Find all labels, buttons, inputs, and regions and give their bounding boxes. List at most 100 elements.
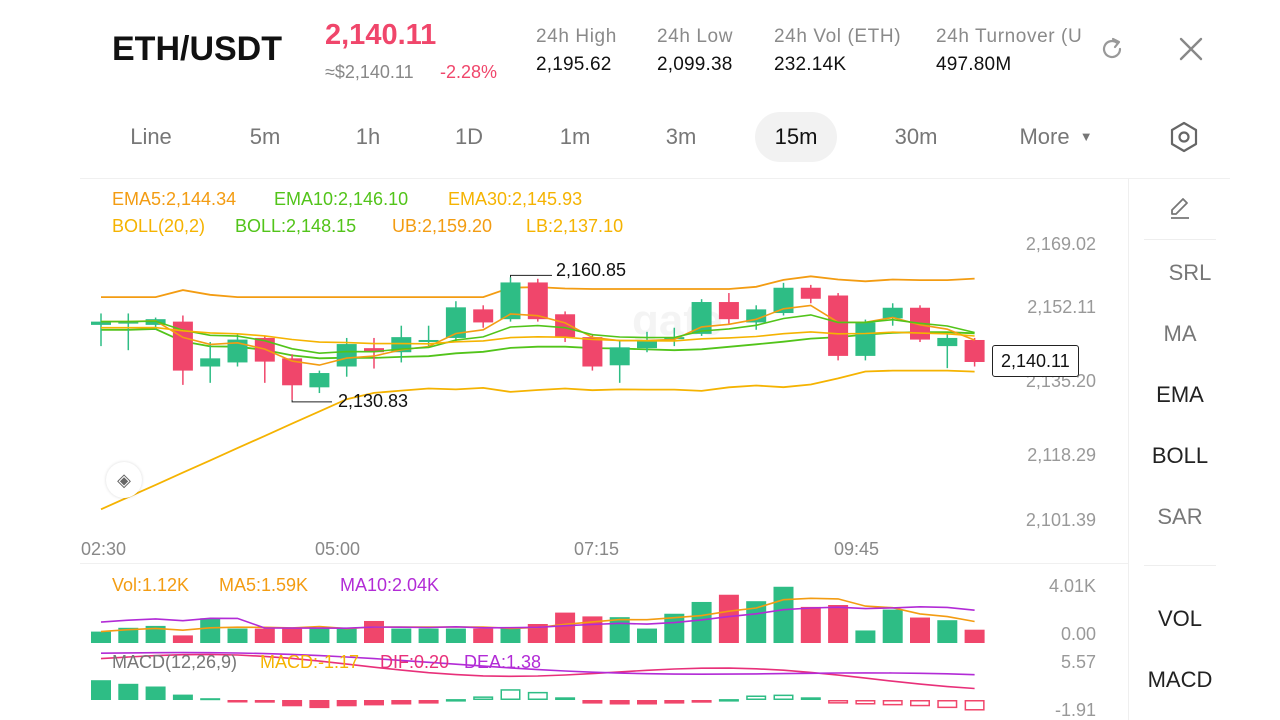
legend-macd: MACD:-1.17 bbox=[260, 652, 360, 672]
macd-hist-bar bbox=[336, 700, 357, 707]
macd-hist-bar bbox=[418, 700, 439, 704]
macd-hist-bar bbox=[828, 700, 849, 704]
candle-body bbox=[964, 339, 985, 362]
sidebar-ema[interactable]: EMA bbox=[1130, 382, 1230, 408]
candlestick-chart[interactable]: gate bbox=[0, 0, 1128, 720]
settings-icon[interactable] bbox=[1168, 120, 1200, 154]
macd-hist-bar bbox=[91, 680, 111, 700]
volume-bar bbox=[254, 628, 275, 643]
volume-bar bbox=[800, 606, 821, 643]
volume-bar bbox=[882, 609, 903, 643]
volume-bar bbox=[336, 628, 357, 643]
time-tick-0: 02:30 bbox=[81, 539, 127, 559]
macd-hist-bar bbox=[309, 700, 330, 709]
volume-bar bbox=[282, 628, 303, 643]
candle-body bbox=[527, 282, 548, 320]
macd-tick-0: 5.57 bbox=[1060, 652, 1096, 672]
candle-body bbox=[582, 337, 603, 367]
candle-body bbox=[718, 302, 739, 320]
macd-hist-bar bbox=[364, 700, 384, 706]
macd-hist-bar bbox=[145, 686, 166, 700]
volume-bar bbox=[582, 616, 603, 643]
volume-bar bbox=[200, 618, 221, 643]
volume-bar bbox=[828, 605, 849, 643]
sidebar-macd[interactable]: MACD bbox=[1130, 667, 1230, 693]
macd-hist-bar bbox=[609, 700, 630, 705]
macd-hist-bar bbox=[254, 700, 275, 703]
sidebar-sep-2 bbox=[1144, 565, 1216, 566]
volume-bar bbox=[309, 628, 330, 643]
volume-bar bbox=[937, 620, 958, 643]
volume-bar bbox=[773, 586, 794, 643]
macd-hist-bar bbox=[445, 699, 466, 702]
volume-bar bbox=[855, 630, 876, 643]
draw-tool-icon[interactable] bbox=[1166, 194, 1194, 222]
macd-hist-bar bbox=[773, 694, 794, 700]
macd-hist-bar bbox=[664, 700, 685, 704]
sidebar-sar[interactable]: SAR bbox=[1130, 504, 1230, 530]
volume-bar bbox=[964, 629, 985, 643]
volume-bar bbox=[500, 627, 521, 643]
sidebar-vol[interactable]: VOL bbox=[1130, 606, 1230, 632]
volume-bar bbox=[718, 594, 739, 643]
vol-tick-1: 0.00 bbox=[1060, 624, 1096, 644]
volume-bar bbox=[172, 635, 193, 643]
volume-bar bbox=[637, 628, 657, 643]
candle-body bbox=[555, 314, 576, 338]
macd-hist-bar bbox=[527, 691, 548, 701]
candle-body bbox=[473, 309, 494, 323]
macd-hist-bar bbox=[200, 698, 221, 701]
vol-divider bbox=[80, 563, 1128, 564]
volume-bar bbox=[91, 631, 111, 643]
candle-body bbox=[800, 287, 821, 299]
macd-tick-1: -1.91 bbox=[1054, 700, 1096, 720]
sidebar-boll[interactable]: BOLL bbox=[1130, 443, 1230, 469]
candle-body bbox=[828, 295, 849, 356]
candle-body bbox=[937, 337, 958, 347]
macd-hist-bar bbox=[746, 695, 767, 700]
macd-hist-bar bbox=[800, 697, 821, 700]
macd-hist-bar bbox=[882, 700, 903, 706]
last-price-tag: 2,140.11 bbox=[992, 345, 1079, 377]
sidebar-ma[interactable]: MA bbox=[1130, 321, 1230, 347]
macd-hist-bar bbox=[172, 694, 193, 700]
drag-handle-icon[interactable]: ◈ bbox=[106, 462, 142, 498]
legend-vol-ma5: MA5:1.59K bbox=[219, 575, 309, 595]
legend-vol: Vol:1.12K bbox=[112, 575, 190, 595]
volume-bar bbox=[227, 628, 248, 643]
macd-hist-bar bbox=[582, 700, 603, 704]
macd-hist-bar bbox=[555, 697, 576, 700]
high-marker-line bbox=[510, 274, 552, 278]
macd-hist-bar bbox=[500, 689, 521, 701]
macd-hist-bar bbox=[718, 699, 739, 702]
macd-hist-bar bbox=[118, 683, 139, 700]
volume-bar bbox=[609, 617, 630, 643]
candle-body bbox=[172, 321, 193, 371]
low-marker-line bbox=[291, 399, 332, 403]
low-marker-label: 2,130.83 bbox=[338, 391, 409, 411]
candle-body bbox=[691, 302, 712, 334]
macd-hist-bar bbox=[637, 700, 657, 705]
legend-macd-params: MACD(12,26,9) bbox=[112, 652, 238, 672]
volume-bar bbox=[418, 628, 439, 643]
time-tick-2: 07:15 bbox=[574, 539, 620, 559]
candle-body bbox=[609, 347, 630, 366]
macd-hist-bar bbox=[964, 700, 985, 711]
time-tick-1: 05:00 bbox=[315, 539, 361, 559]
sidebar-srl[interactable]: SRL bbox=[1140, 260, 1240, 286]
volume-bar bbox=[555, 612, 576, 643]
vol-tick-0: 4.01K bbox=[1048, 576, 1096, 596]
candle-body bbox=[309, 373, 330, 388]
macd-hist-bar bbox=[473, 696, 494, 701]
legend-macd-dif: DIF:0.20 bbox=[380, 652, 450, 672]
macd-hist-bar bbox=[937, 700, 958, 709]
legend-vol-ma10: MA10:2.04K bbox=[340, 575, 440, 595]
candle-body bbox=[855, 322, 876, 356]
volume-bar bbox=[473, 628, 494, 643]
candle-body bbox=[200, 358, 221, 367]
close-icon[interactable] bbox=[1176, 34, 1206, 64]
candle-body bbox=[336, 344, 357, 367]
candle-body bbox=[418, 339, 439, 342]
macd-hist-bar bbox=[227, 700, 248, 703]
volume-bar bbox=[364, 620, 384, 643]
